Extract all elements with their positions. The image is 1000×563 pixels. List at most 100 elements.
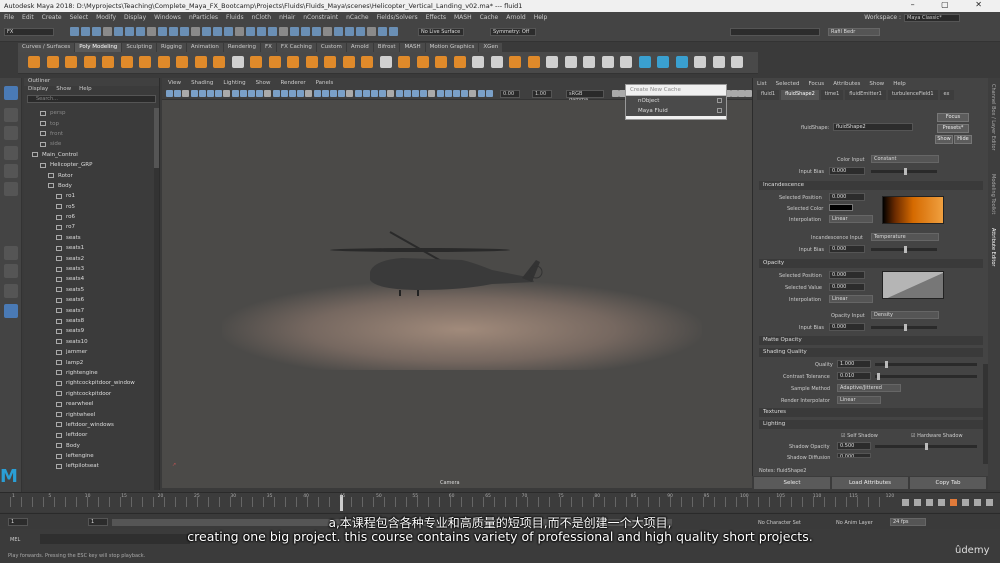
color-input-bias-field[interactable]: 0.000 (829, 167, 865, 175)
slider-knob[interactable] (925, 443, 928, 450)
ae-menu-selected[interactable]: Selected (776, 81, 800, 87)
outliner-item[interactable]: Helicopter_GRP (24, 160, 154, 170)
menu-windows[interactable]: Windows (154, 14, 181, 21)
status-line-tool-icon[interactable] (169, 27, 178, 36)
status-line-tool-icon[interactable] (136, 27, 145, 36)
select-tool-icon[interactable] (4, 86, 18, 100)
viewport-toolbar-icon[interactable] (330, 90, 337, 97)
shape-name-field[interactable]: fluidShape2 (833, 123, 913, 131)
viewport-toolbar-icon[interactable] (264, 90, 272, 97)
shelf-tool-icon[interactable] (453, 56, 466, 68)
quality-field[interactable]: 1.000 (837, 360, 871, 368)
viewport-toolbar-icon[interactable] (420, 90, 428, 97)
status-line-tool-icon[interactable] (224, 27, 233, 36)
status-line-tool-icon[interactable] (301, 27, 310, 36)
viewport-toolbar-icon[interactable] (362, 90, 370, 97)
four-pane-layout-icon[interactable] (4, 264, 18, 278)
shelf-tool-icon[interactable] (120, 56, 133, 68)
menu-fluids[interactable]: Fluids (226, 14, 244, 21)
slider-knob[interactable] (877, 373, 880, 380)
shelf-tool-icon[interactable] (416, 56, 429, 68)
shelf-tool-icon[interactable] (620, 56, 632, 68)
op-selected-position-field[interactable]: 0.000 (829, 271, 865, 279)
status-line-tool-icon[interactable] (367, 27, 376, 36)
inc-interpolation-dropdown[interactable]: Linear (829, 215, 873, 223)
status-line-tool-icon[interactable] (180, 27, 189, 36)
shelf-tool-icon[interactable] (694, 56, 706, 68)
shadow-opacity-slider[interactable] (875, 443, 977, 450)
menu-effects[interactable]: Effects (426, 14, 446, 21)
viewport-toolbar-icon[interactable] (412, 90, 419, 97)
self-shadow-checkbox[interactable]: ☑ Self Shadow (841, 433, 878, 439)
status-line-tool-icon[interactable] (191, 27, 200, 36)
shelf-tool-icon[interactable] (342, 56, 355, 68)
menu-mash[interactable]: MASH (454, 14, 472, 21)
op-input-bias-field[interactable]: 0.000 (829, 323, 865, 331)
shelf-tab-rigging[interactable]: Rigging (157, 43, 186, 52)
outliner-menu-display[interactable]: Display (28, 86, 48, 94)
color-input-bias-slider[interactable] (871, 168, 937, 175)
outliner-layout-icon[interactable] (4, 304, 18, 318)
menu-edit[interactable]: Edit (22, 14, 34, 21)
two-pane-layout-icon[interactable] (4, 284, 18, 298)
shelf-tool-icon[interactable] (194, 56, 207, 68)
outliner-item[interactable]: ro1 (24, 191, 154, 201)
viewport-toolbar-icon[interactable] (485, 90, 493, 97)
status-line-tool-icon[interactable] (312, 27, 321, 36)
status-line-tool-icon[interactable] (345, 27, 354, 36)
outliner-item[interactable]: seats10 (24, 337, 154, 347)
shelf-tool-icon[interactable] (509, 56, 521, 68)
textures-section[interactable]: Textures (759, 408, 983, 417)
opacity-section[interactable]: Opacity (759, 259, 983, 268)
outliner-item[interactable]: leftdoor (24, 430, 154, 440)
outliner-item[interactable]: seats1 (24, 243, 154, 253)
viewport-toolbar-icon[interactable] (461, 90, 469, 97)
hardware-shadow-checkbox[interactable]: ☑ Hardware Shadow (911, 433, 963, 439)
viewport-toolbar-icon[interactable] (272, 90, 280, 97)
viewport-toolbar-icon[interactable] (428, 90, 436, 97)
status-line-tool-icon[interactable] (290, 27, 299, 36)
ae-menu-show[interactable]: Show (869, 81, 884, 87)
viewport-toolbar-icon[interactable] (731, 90, 738, 97)
menu-display[interactable]: Display (124, 14, 146, 21)
outliner-item[interactable]: rightcockpitdoor (24, 389, 154, 399)
menuset-dropdown[interactable]: FX (4, 28, 54, 36)
shelf-tab-curves-surfaces[interactable]: Curves / Surfaces (18, 43, 75, 52)
status-line-tool-icon[interactable] (235, 27, 244, 36)
outliner-scroll-thumb[interactable] (154, 108, 159, 168)
slider-knob[interactable] (904, 246, 907, 253)
window-controls[interactable]: – ▢ ✕ (911, 0, 994, 9)
shelf-tool-icon[interactable] (102, 56, 114, 68)
op-selected-value-field[interactable]: 0.000 (829, 283, 865, 291)
shelf-tool-icon[interactable] (712, 56, 725, 68)
status-line-tool-icon[interactable] (334, 27, 343, 36)
viewport-toolbar-icon[interactable] (215, 90, 223, 97)
outliner-item[interactable]: seats6 (24, 295, 154, 305)
shelf-tab-mash[interactable]: MASH (400, 43, 425, 52)
play-forwards-icon[interactable] (950, 499, 957, 506)
shelf-tool-icon[interactable] (231, 56, 244, 68)
viewport-toolbar-icon[interactable] (453, 90, 460, 97)
shelf-tool-icon[interactable] (435, 56, 447, 68)
shelf-tool-icon[interactable] (527, 56, 540, 68)
menu-fields-solvers[interactable]: Fields/Solvers (377, 14, 418, 21)
outliner-item[interactable]: seats (24, 233, 154, 243)
status-line-tool-icon[interactable] (158, 27, 167, 36)
shelf-tab-animation[interactable]: Animation (186, 43, 223, 52)
status-line-tool-icon[interactable] (202, 27, 211, 36)
lighting-section[interactable]: Lighting (759, 420, 983, 429)
status-line-tool-icon[interactable] (389, 27, 398, 36)
live-surface-field[interactable]: No Live Surface (418, 28, 464, 36)
outliner-item[interactable]: persp (24, 108, 154, 118)
outliner-search-input[interactable]: Search... (27, 95, 156, 103)
outliner-item[interactable]: lamp2 (24, 357, 154, 367)
copy-tab-button[interactable]: Copy Tab (910, 477, 986, 489)
ae-menu-focus[interactable]: Focus (808, 81, 824, 87)
command-search-field[interactable] (730, 28, 820, 36)
outliner-item[interactable]: Body (24, 441, 154, 451)
menu-select[interactable]: Select (70, 14, 89, 21)
status-line-tool-icon[interactable] (378, 27, 387, 36)
modeling-toolkit-tab[interactable]: Modeling Toolkit (990, 174, 996, 214)
menu-help[interactable]: Help (534, 14, 548, 21)
symmetry-dropdown[interactable]: Symmetry: Off (490, 28, 536, 36)
